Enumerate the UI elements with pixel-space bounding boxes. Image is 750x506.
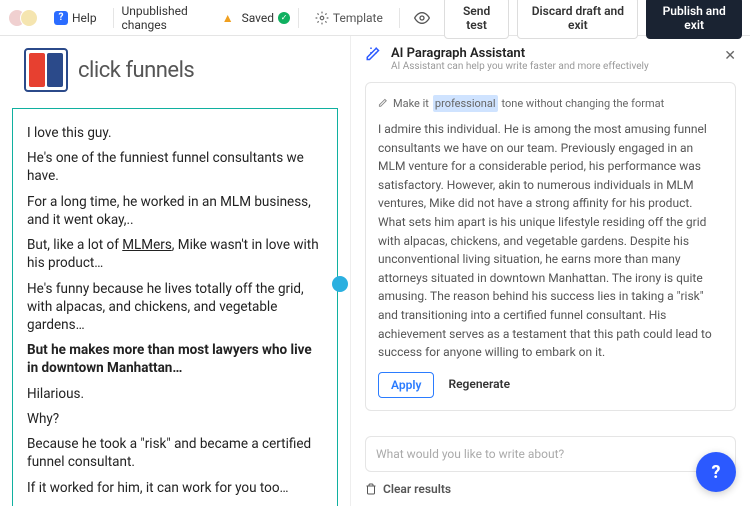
help-label: Help [72, 11, 97, 25]
divider [399, 8, 400, 28]
wand-icon [365, 46, 383, 64]
prompt-description: Make it professional tone without changi… [378, 95, 723, 112]
help-button[interactable]: ? Help [46, 7, 105, 29]
divider [113, 8, 114, 28]
help-fab[interactable]: ? [696, 452, 736, 492]
ai-result-card: Make it professional tone without changi… [365, 82, 736, 411]
gear-icon [315, 11, 329, 25]
logo: click funnels [0, 36, 350, 104]
paragraph: If it worked for him, it can work for yo… [27, 479, 323, 497]
paragraph: Hilarious. [27, 385, 323, 403]
selected-text-block[interactable]: I love this guy. He's one of the funnies… [12, 108, 338, 506]
top-toolbar: ? Help Unpublished changes ▲ Saved ✓ Tem… [0, 0, 750, 36]
panel-title: AI Paragraph Assistant [391, 46, 649, 61]
paragraph: Why? [27, 410, 323, 428]
warning-icon: ▲ [222, 11, 234, 25]
panel-subtitle: AI Assistant can help you write faster a… [391, 61, 649, 72]
paragraph: Because he took a "risk" and became a ce… [27, 435, 323, 471]
regenerate-button[interactable]: Regenerate [448, 375, 510, 394]
user-avatars[interactable] [8, 9, 38, 27]
saved-status: Saved ✓ [242, 11, 290, 25]
logo-text: click funnels [78, 58, 194, 83]
ai-prompt-input[interactable]: What would you like to write about? [365, 436, 736, 472]
close-icon[interactable]: ✕ [724, 48, 736, 64]
apply-button[interactable]: Apply [378, 372, 434, 398]
wand-icon [378, 98, 389, 109]
send-test-button[interactable]: Send test [444, 0, 510, 39]
editor-canvas: click funnels I love this guy. He's one … [0, 36, 350, 506]
avatar[interactable] [20, 9, 38, 27]
tone-highlight: professional [433, 95, 498, 112]
clear-icon [365, 483, 377, 495]
divider [298, 8, 299, 28]
help-icon: ? [54, 11, 68, 25]
paragraph: I love this guy. [27, 124, 323, 142]
paragraph: But, like a lot of MLMers, Mike wasn't i… [27, 236, 323, 272]
check-icon: ✓ [278, 12, 290, 24]
paragraph: He's one of the funniest funnel consulta… [27, 149, 323, 185]
paragraph: For a long time, he worked in an MLM bus… [27, 193, 323, 229]
publish-button[interactable]: Publish and exit [646, 0, 742, 39]
unpublished-status: Unpublished changes ▲ [121, 4, 233, 32]
paragraph: He's funny because he lives totally off … [27, 280, 323, 335]
element-handle-icon[interactable] [332, 276, 348, 292]
template-button[interactable]: Template [307, 7, 391, 29]
paragraph: But he makes more than most lawyers who … [27, 341, 323, 377]
logo-icon [24, 48, 68, 92]
preview-button[interactable] [408, 6, 436, 30]
clear-results-button[interactable]: Clear results [365, 482, 736, 496]
discard-button[interactable]: Discard draft and exit [517, 0, 638, 39]
generated-text: I admire this individual. He is among th… [378, 120, 723, 362]
ai-assistant-panel: AI Paragraph Assistant AI Assistant can … [350, 36, 750, 506]
